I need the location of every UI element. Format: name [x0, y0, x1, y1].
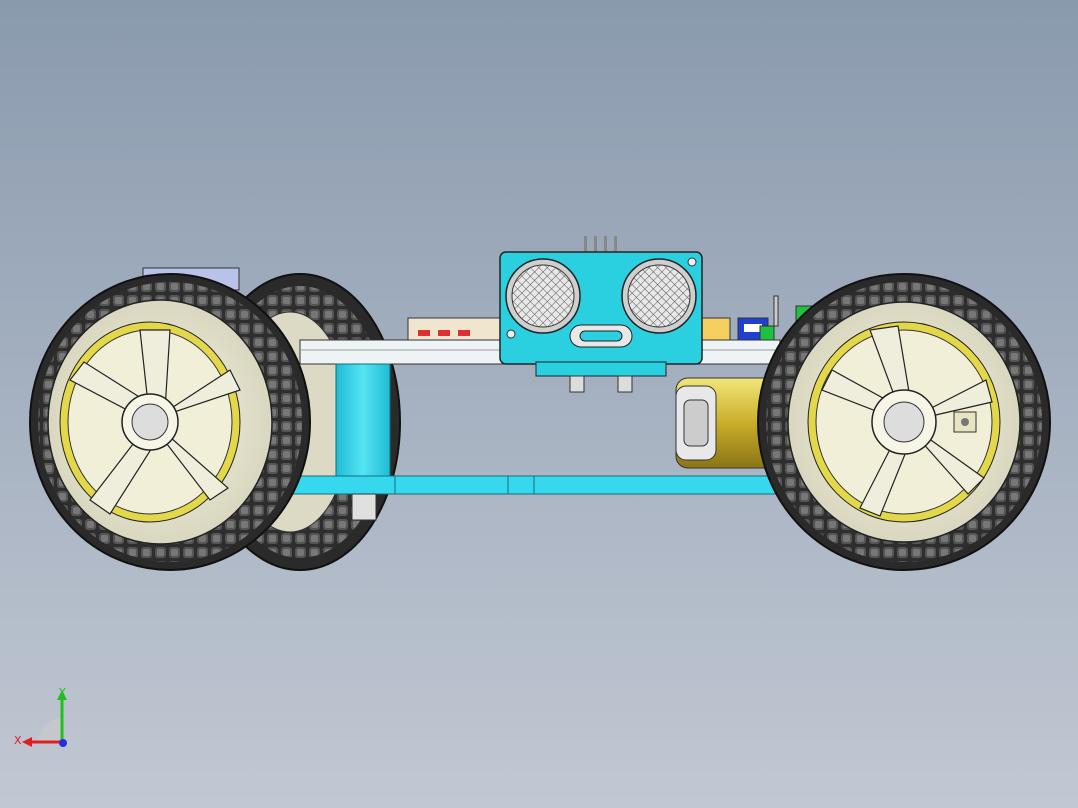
front-wheel[interactable] — [757, 273, 1051, 571]
x-axis-head — [22, 737, 32, 747]
x-axis-label: X — [14, 734, 22, 747]
triad-quadrant — [38, 718, 62, 742]
ultrasonic-sensor[interactable] — [499, 236, 703, 393]
cad-viewport[interactable] — [0, 0, 1078, 808]
rear-wheel[interactable] — [29, 273, 311, 571]
y-axis-label: Y — [58, 686, 66, 699]
transducer-right — [621, 258, 697, 334]
transducer-left — [505, 258, 581, 334]
z-axis-dot — [59, 739, 67, 747]
standoff — [335, 363, 391, 477]
view-triad: Y X — [14, 686, 67, 747]
